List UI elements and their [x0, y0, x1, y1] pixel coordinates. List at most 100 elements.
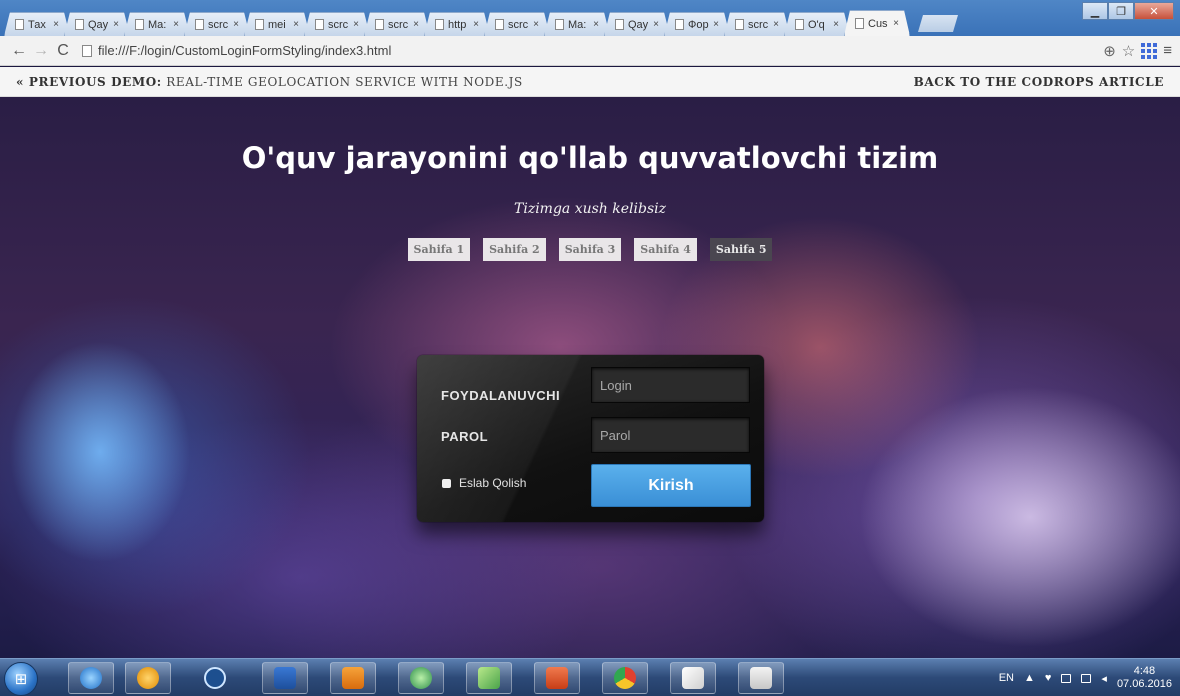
- tab-title: Ma:: [148, 18, 167, 31]
- browser-tab[interactable]: Фор ×: [664, 12, 730, 36]
- browser-tab[interactable]: scrc ×: [364, 12, 430, 36]
- page-title: O'quv jarayonini qo'llab quvvatlovchi ti…: [241, 141, 939, 175]
- media-player-icon[interactable]: [192, 662, 238, 694]
- chrome-icon[interactable]: [602, 662, 648, 694]
- tab-title: scrc: [208, 18, 229, 31]
- tab-close-icon[interactable]: ×: [713, 19, 719, 30]
- tab-close-icon[interactable]: ×: [353, 19, 359, 30]
- clock-time: 4:48: [1133, 665, 1156, 677]
- page-link-1[interactable]: Sahifa 1: [407, 238, 471, 261]
- tab-close-icon[interactable]: ×: [653, 19, 659, 30]
- tab-close-icon[interactable]: ×: [773, 19, 779, 30]
- word-icon[interactable]: [262, 662, 308, 694]
- tab-list: Тах × Qay × Ma: × scrc × mei × scrc × scrc × ht…: [4, 4, 904, 36]
- username-input[interactable]: [591, 367, 750, 403]
- page-link-3[interactable]: Sahifa 3: [558, 238, 622, 261]
- browser-tab[interactable]: http ×: [424, 12, 490, 36]
- language-indicator[interactable]: EN: [999, 672, 1014, 684]
- page-icon: [375, 19, 384, 30]
- browser-tab[interactable]: O'q ×: [784, 12, 850, 36]
- windows-taskbar: ⊞ EN ▲ ♥ ◂ 4:48 07.06.2016: [0, 658, 1180, 696]
- tray-app-icon[interactable]: ♥: [1045, 672, 1052, 684]
- browser-tab[interactable]: Ma: ×: [124, 12, 190, 36]
- previous-demo-link[interactable]: « PREVIOUS DEMO: REAL-TIME GEOLOCATION S…: [16, 75, 523, 89]
- page-icon: [75, 19, 84, 30]
- menu-icon[interactable]: ≡: [1163, 42, 1172, 59]
- tab-close-icon[interactable]: ×: [113, 19, 119, 30]
- ie-icon[interactable]: [68, 662, 114, 694]
- tab-title: http: [448, 18, 467, 31]
- tab-close-icon[interactable]: ×: [233, 19, 239, 30]
- tab-title: Тах: [28, 18, 46, 31]
- browser-tab[interactable]: Qay ×: [64, 12, 130, 36]
- browser-tab[interactable]: scrc ×: [304, 12, 370, 36]
- page-link-5[interactable]: Sahifa 5: [709, 238, 773, 261]
- app-window-icon[interactable]: [738, 662, 784, 694]
- remember-checkbox[interactable]: [442, 478, 451, 488]
- address-bar[interactable]: file:///F:/login/CustomLoginFormStyling/…: [82, 40, 1103, 62]
- tray-expand-icon[interactable]: ▲: [1024, 672, 1035, 684]
- page-link-2[interactable]: Sahifa 2: [483, 238, 546, 261]
- start-button-icon[interactable]: ⊞: [4, 662, 38, 696]
- tab-close-icon[interactable]: ×: [533, 19, 539, 30]
- tab-close-icon[interactable]: ×: [173, 19, 179, 30]
- notes-icon[interactable]: [466, 662, 512, 694]
- volume-icon[interactable]: ◂: [1101, 672, 1107, 685]
- browser-toolbar: ← → C file:///F:/login/CustomLoginFormSt…: [0, 36, 1180, 66]
- network-tray-icon[interactable]: [1081, 673, 1092, 683]
- network-icon[interactable]: [398, 662, 444, 694]
- browser-tab[interactable]: Ma: ×: [544, 12, 610, 36]
- password-input[interactable]: [591, 417, 750, 453]
- url-text[interactable]: file:///F:/login/CustomLoginFormStyling/…: [98, 43, 391, 58]
- browser-tab[interactable]: scrc ×: [724, 12, 790, 36]
- browser-tab[interactable]: mei ×: [244, 12, 310, 36]
- page-icon: [795, 19, 804, 30]
- editor-icon[interactable]: [670, 662, 716, 694]
- browser-tab[interactable]: scrc ×: [484, 12, 550, 36]
- tab-title: Фор: [688, 18, 709, 31]
- toolbar-actions: ⊕ ☆ ≡: [1103, 42, 1172, 60]
- tray-display-icon[interactable]: [1061, 673, 1072, 683]
- reload-icon[interactable]: C: [52, 42, 74, 60]
- tab-close-icon[interactable]: ×: [53, 19, 59, 30]
- page-icon: [315, 19, 324, 30]
- clock[interactable]: 4:48 07.06.2016: [1117, 665, 1172, 691]
- page-icon: [435, 19, 444, 30]
- tab-title: O'q: [808, 18, 825, 31]
- tab-title: Qay: [88, 18, 109, 31]
- new-tab-button[interactable]: [918, 15, 958, 32]
- system-tray: EN ▲ ♥ ◂ 4:48 07.06.2016: [999, 659, 1172, 696]
- tab-title: scrc: [388, 18, 409, 31]
- back-to-article-link[interactable]: BACK TO THE CODROPS ARTICLE: [914, 75, 1164, 89]
- login-submit-button[interactable]: Kirish: [591, 464, 751, 507]
- bookmark-star-icon[interactable]: ☆: [1122, 42, 1135, 60]
- tab-close-icon[interactable]: ×: [293, 19, 299, 30]
- remember-label: Eslab Qolish: [459, 476, 527, 490]
- forward-arrow-icon[interactable]: →: [30, 42, 52, 60]
- page-subtitle: Tizimga xush kelibsiz: [514, 201, 666, 217]
- tab-close-icon[interactable]: ×: [593, 19, 599, 30]
- page-icon: [15, 19, 24, 30]
- browser-tab[interactable]: Тах ×: [4, 12, 70, 36]
- page-icon: [255, 19, 264, 30]
- powerpoint-icon[interactable]: [534, 662, 580, 694]
- close-window-icon[interactable]: ✕: [1134, 2, 1174, 20]
- browser-tab[interactable]: Qay ×: [604, 12, 670, 36]
- back-arrow-icon[interactable]: ←: [8, 42, 30, 60]
- page-link-4[interactable]: Sahifa 4: [634, 238, 697, 261]
- page-icon: [82, 44, 92, 57]
- tab-close-icon[interactable]: ×: [893, 18, 899, 29]
- browser-tab[interactable]: scrc ×: [184, 12, 250, 36]
- minimize-icon[interactable]: ▁: [1082, 2, 1108, 20]
- explorer-icon[interactable]: [125, 662, 171, 694]
- page-content: O'quv jarayonini qo'llab quvvatlovchi ti…: [0, 97, 1180, 658]
- apps-grid-icon[interactable]: [1141, 42, 1158, 59]
- restore-icon[interactable]: ❐: [1108, 2, 1134, 20]
- tab-close-icon[interactable]: ×: [413, 19, 419, 30]
- browser-tab-active[interactable]: Cus ×: [844, 10, 910, 36]
- remember-me[interactable]: Eslab Qolish: [442, 476, 526, 490]
- zoom-icon[interactable]: ⊕: [1103, 42, 1116, 60]
- pdf-icon[interactable]: [330, 662, 376, 694]
- tab-close-icon[interactable]: ×: [833, 19, 839, 30]
- tab-close-icon[interactable]: ×: [473, 19, 479, 30]
